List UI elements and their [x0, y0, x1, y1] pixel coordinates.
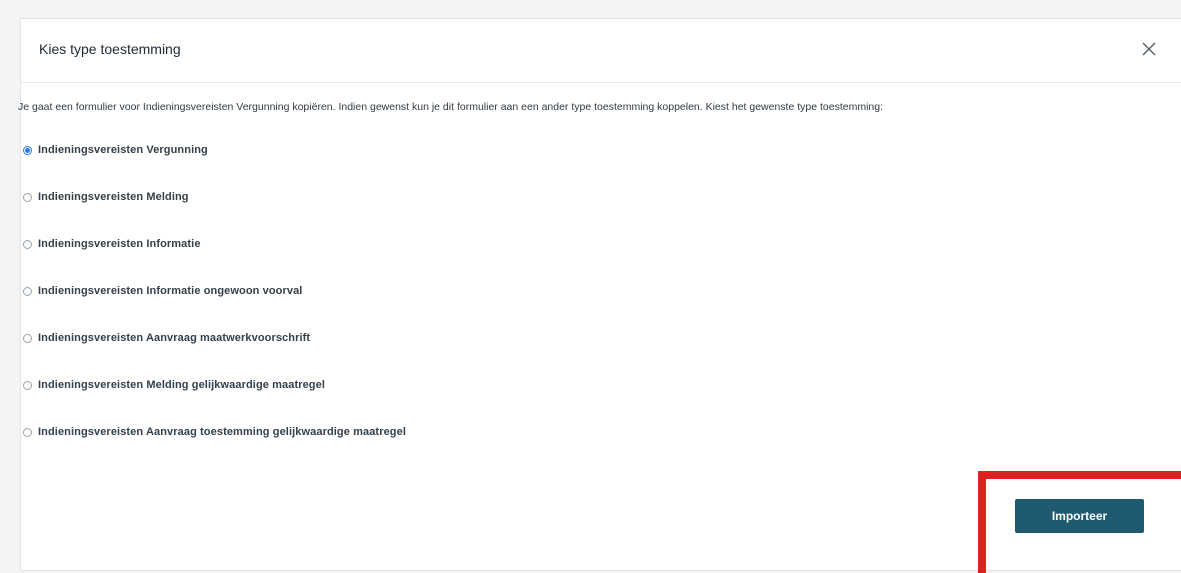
- import-button[interactable]: Importeer: [1015, 499, 1144, 533]
- option-label: Indieningsvereisten Vergunning: [38, 144, 208, 156]
- radio-button[interactable]: [23, 286, 32, 296]
- radio-button[interactable]: [23, 145, 32, 155]
- dialog-header: Kies type toestemming: [21, 19, 1181, 83]
- option-label: Indieningsvereisten Informatie: [38, 238, 201, 250]
- option-melding[interactable]: Indieningsvereisten Melding: [23, 186, 406, 208]
- type-options: Indieningsvereisten Vergunning Indiening…: [23, 139, 406, 468]
- dialog-title: Kies type toestemming: [39, 41, 181, 57]
- radio-button[interactable]: [23, 427, 32, 437]
- option-aanvraag-maatwerkvoorschrift[interactable]: Indieningsvereisten Aanvraag maatwerkvoo…: [23, 327, 406, 349]
- option-label: Indieningsvereisten Aanvraag maatwerkvoo…: [38, 332, 311, 344]
- option-informatie[interactable]: Indieningsvereisten Informatie: [23, 233, 406, 255]
- radio-button[interactable]: [23, 239, 32, 249]
- option-informatie-ongewoon-voorval[interactable]: Indieningsvereisten Informatie ongewoon …: [23, 280, 406, 302]
- page: Kies type toestemming Je gaat een formul…: [0, 0, 1181, 573]
- intro-text: Je gaat een formulier voor Indieningsver…: [18, 101, 884, 113]
- option-label: Indieningsvereisten Melding: [38, 191, 189, 203]
- close-button[interactable]: [1137, 37, 1161, 61]
- option-melding-gelijkwaardige-maatregel[interactable]: Indieningsvereisten Melding gelijkwaardi…: [23, 374, 406, 396]
- radio-button[interactable]: [23, 192, 32, 202]
- close-icon: [1142, 42, 1156, 56]
- option-aanvraag-toestemming-gelijkwaardige-maatregel[interactable]: Indieningsvereisten Aanvraag toestemming…: [23, 421, 406, 443]
- radio-button[interactable]: [23, 380, 32, 390]
- option-vergunning[interactable]: Indieningsvereisten Vergunning: [23, 139, 406, 161]
- option-label: Indieningsvereisten Informatie ongewoon …: [38, 285, 303, 297]
- radio-button[interactable]: [23, 333, 32, 343]
- option-label: Indieningsvereisten Aanvraag toestemming…: [38, 426, 406, 438]
- option-label: Indieningsvereisten Melding gelijkwaardi…: [38, 379, 326, 391]
